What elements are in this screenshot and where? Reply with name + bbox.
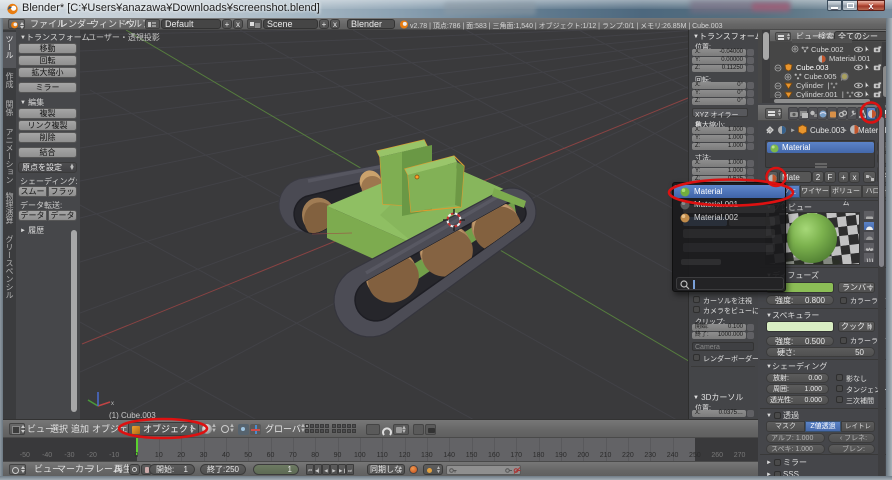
svg-text:x: x [111,401,114,407]
